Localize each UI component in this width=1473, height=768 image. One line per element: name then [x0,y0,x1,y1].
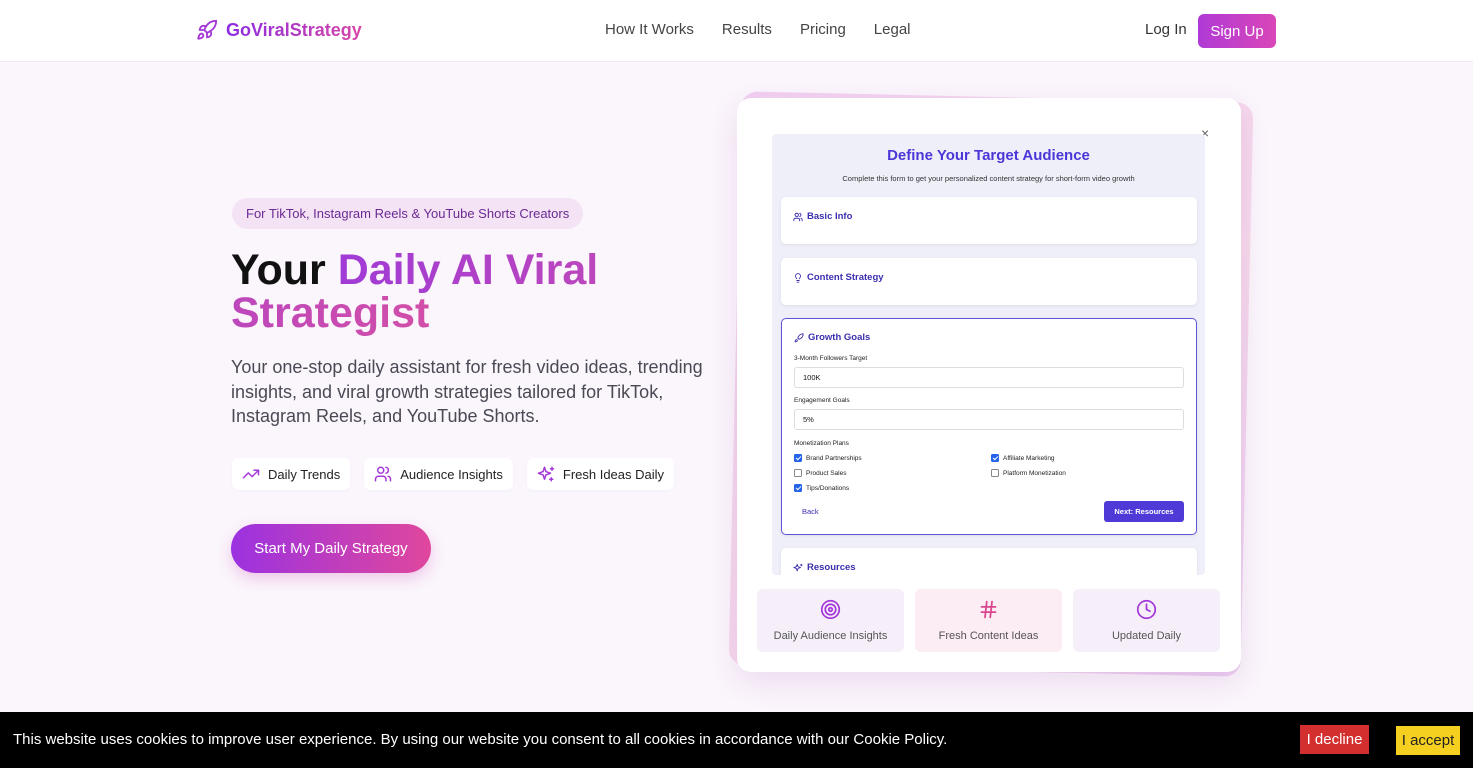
stat-updated-daily: Updated Daily [1073,589,1220,652]
nav-link-legal[interactable]: Legal [874,21,911,38]
checkbox-tips-donations[interactable]: Tips/Donations [794,484,849,492]
form-subtitle: Complete this form to get your personali… [842,174,1135,183]
clock-icon [1136,599,1157,620]
section-content-strategy[interactable]: Content Strategy [781,258,1197,305]
checkbox-label: Tips/Donations [806,484,850,492]
feature-label: Fresh Ideas Daily [562,466,665,482]
section-title: Resources [807,562,856,573]
checkbox-affiliate-marketing[interactable]: Affiliate Marketing [991,454,1055,462]
rocket-icon [794,332,804,342]
top-nav: GoViralStrategy How It Works Results Pri… [0,0,1473,62]
nav-link-results[interactable]: Results [722,21,772,38]
target-icon [820,599,841,620]
checkbox-platform-monetization[interactable]: Platform Monetization [991,469,1066,477]
brand-name: GoViralStrategy [226,19,362,40]
sparkles-icon [537,466,555,482]
section-resources[interactable]: Resources [781,548,1197,575]
checkbox-label: Affiliate Marketing [1003,454,1055,462]
signup-button[interactable]: Sign Up [1198,14,1276,48]
trending-up-icon [242,469,260,479]
feature-audience-insights: Audience Insights [364,458,513,490]
checkbox-box[interactable] [794,454,802,462]
section-header: Content Strategy [793,272,884,283]
nav-link-how-it-works[interactable]: How It Works [605,21,694,38]
section-header: Basic Info [793,211,852,222]
cookie-banner: This website uses cookies to improve use… [0,712,1473,768]
audience-form: Define Your Target Audience Complete thi… [772,134,1205,575]
checkbox-label: Platform Monetization [1003,469,1066,477]
checkbox-product-sales[interactable]: Product Sales [794,469,846,477]
users-icon [375,466,392,482]
checkbox-box[interactable] [794,469,802,477]
section-header: Resources [793,562,856,573]
decline-button[interactable]: I decline [1300,725,1369,754]
form-title: Define Your Target Audience [887,147,1090,164]
hero-title-plain: Your [231,246,338,294]
accept-button[interactable]: I accept [1396,726,1460,755]
feature-chips: Daily Trends Audience Insights Fresh Ide… [232,458,675,490]
checkbox-brand-partnerships[interactable]: Brand Partnerships [794,454,862,462]
monetization-label: Monetization Plans [794,440,849,447]
checkbox-box[interactable] [794,484,802,492]
start-strategy-button[interactable]: Start My Daily Strategy [231,524,431,573]
next-resources-button[interactable]: Next: Resources [1104,501,1184,522]
section-title: Growth Goals [808,332,871,343]
lightbulb-icon [795,272,801,283]
hash-icon [980,600,997,619]
users-icon [793,212,803,221]
hero-description: Your one-stop daily assistant for fresh … [231,357,703,426]
brand-logo[interactable]: GoViralStrategy [196,19,362,41]
login-link[interactable]: Log In [1145,21,1187,38]
nav-links: How It Works Results Pricing Legal [605,21,911,38]
section-title: Basic Info [807,211,853,222]
feature-daily-trends: Daily Trends [232,458,351,490]
feature-label: Audience Insights [400,466,503,482]
feature-label: Daily Trends [268,466,341,482]
checkbox-label: Product Sales [806,469,847,477]
stat-label: Updated Daily [1111,630,1182,642]
followers-label: 3-Month Followers Target [794,355,868,362]
stat-daily-audience-insights: Daily Audience Insights [757,589,904,652]
engagement-label: Engagement Goals [794,397,850,404]
rocket-icon [197,19,218,40]
checkbox-label: Brand Partnerships [806,454,862,462]
checkbox-box[interactable] [991,454,999,462]
back-button[interactable]: Back [802,507,819,516]
section-title: Content Strategy [807,272,884,283]
cookie-text: This website uses cookies to improve use… [13,731,948,748]
sparkles-icon [793,563,803,571]
section-basic-info[interactable]: Basic Info [781,197,1197,244]
stat-label: Fresh Content Ideas [938,630,1039,642]
stat-label: Daily Audience Insights [773,630,888,642]
feature-fresh-ideas: Fresh Ideas Daily [526,458,675,490]
section-header: Growth Goals [794,332,870,343]
checkbox-box[interactable] [991,469,999,477]
nav-link-pricing[interactable]: Pricing [800,21,846,38]
creator-pill: For TikTok, Instagram Reels & YouTube Sh… [232,198,584,229]
engagement-input[interactable] [794,409,1184,430]
stat-fresh-content-ideas: Fresh Content Ideas [915,589,1062,652]
hero-title: Your Daily AI Viral Strategist [231,249,691,335]
followers-input[interactable] [794,367,1184,388]
section-growth-goals: Growth Goals 3-Month Followers Target En… [781,318,1197,535]
